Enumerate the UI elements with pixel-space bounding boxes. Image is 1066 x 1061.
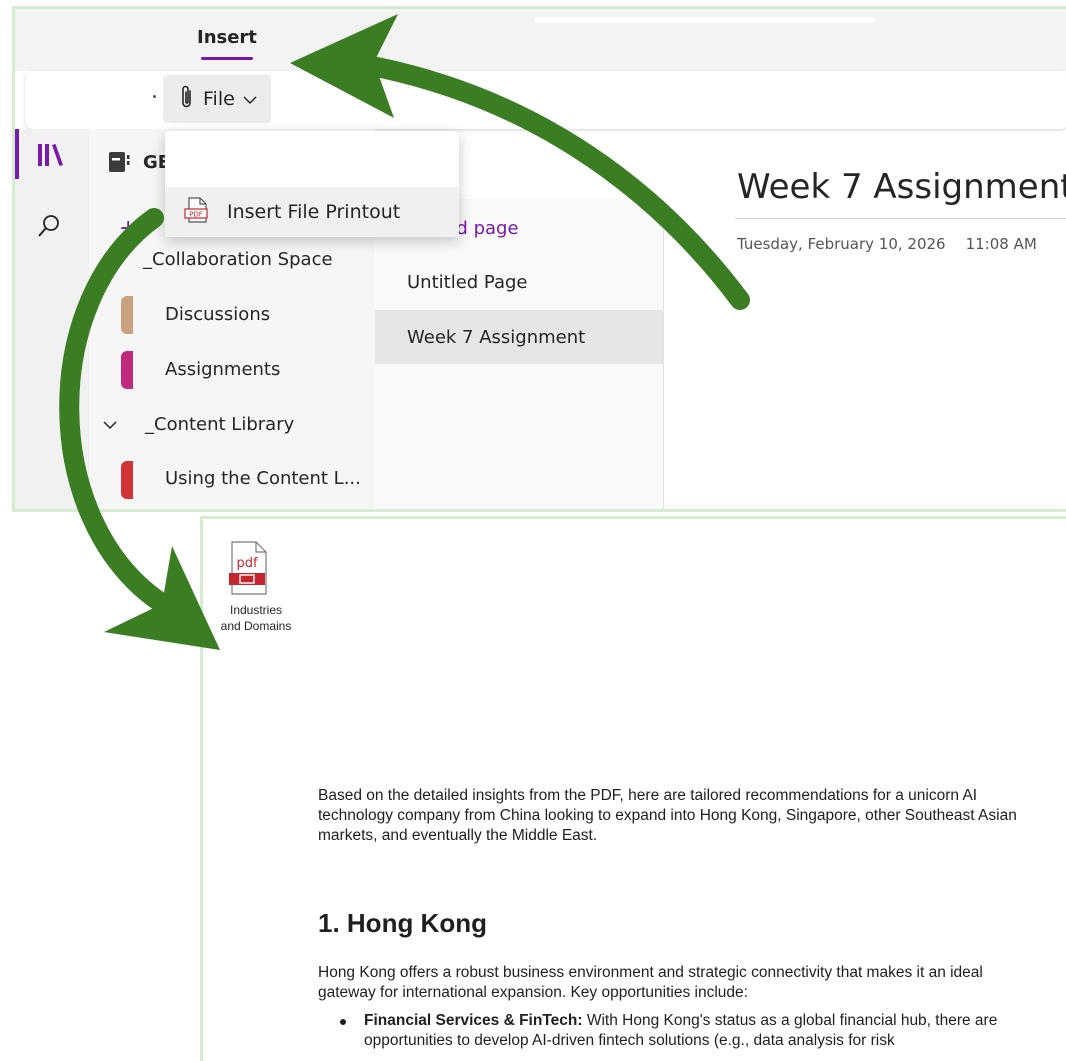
page-item-week-7[interactable]: Week 7 Assignment <box>375 310 663 364</box>
page-date: Tuesday, February 10, 2026 <box>737 235 946 253</box>
file-button[interactable]: File <box>163 75 271 123</box>
ribbon-search-box[interactable] <box>535 17 875 23</box>
pdf-file-icon: PDF <box>183 197 211 227</box>
caption-line-2: and Domains <box>220 619 292 633</box>
page-item-untitled[interactable]: Untitled Page <box>375 255 663 309</box>
insert-file-printout-item[interactable]: PDF Insert File Printout <box>165 187 459 237</box>
toolbar-separator <box>153 95 156 98</box>
caption-line-1: Industries <box>229 603 283 617</box>
tab-insert[interactable]: Insert <box>197 27 257 48</box>
section-group-collaboration[interactable]: _Collaboration Space <box>143 249 333 270</box>
add-section-icon[interactable]: + <box>119 216 137 241</box>
bullet-title: Financial Services & FinTech: <box>364 1012 583 1029</box>
search-icon[interactable] <box>37 214 61 242</box>
page-time: 11:08 AM <box>965 235 1037 253</box>
app-rail <box>15 129 89 509</box>
insert-file-printout-label: Insert File Printout <box>227 201 401 223</box>
pdf-attachment-icon[interactable]: pdf <box>226 541 270 599</box>
paperclip-icon <box>179 84 195 114</box>
section-group-content-library[interactable]: _Content Library <box>145 414 294 435</box>
section-using-content-library[interactable]: Using the Content L... <box>165 468 361 489</box>
notebooks-icon[interactable] <box>37 142 67 172</box>
tab-insert-underline <box>201 57 253 60</box>
section-color-tab <box>121 351 133 389</box>
rail-active-indicator <box>15 129 19 179</box>
section-discussions[interactable]: Discussions <box>165 304 270 325</box>
notebook-icon <box>107 150 131 178</box>
pdf-attachment-caption: Industries and Domains <box>206 602 306 634</box>
file-button-label: File <box>203 88 235 110</box>
bullet-item: Financial Services & FinTech: With Hong … <box>364 1011 1054 1051</box>
section-color-tab <box>121 296 133 334</box>
onenote-window: Insert File GE + _Collaboration Space Di… <box>12 6 1066 512</box>
page-title[interactable]: Week 7 Assignment <box>737 167 1066 207</box>
page-timestamp: Tuesday, February 10, 2026 11:08 AM <box>737 235 1037 253</box>
title-divider <box>735 218 1066 219</box>
section-heading: 1. Hong Kong <box>318 908 487 938</box>
chevron-down-icon[interactable] <box>103 418 117 434</box>
bullet-marker <box>340 1019 346 1025</box>
chevron-down-icon <box>243 90 257 109</box>
hong-kong-paragraph: Hong Kong offers a robust business envir… <box>318 964 983 1001</box>
pdf-icon-text: pdf <box>236 556 258 571</box>
intro-paragraph: Based on the detailed insights from the … <box>318 787 1017 844</box>
section-color-tab <box>121 461 133 499</box>
chevron-down-icon[interactable] <box>103 252 117 268</box>
svg-text:PDF: PDF <box>189 211 203 219</box>
section-assignments[interactable]: Assignments <box>165 359 280 380</box>
